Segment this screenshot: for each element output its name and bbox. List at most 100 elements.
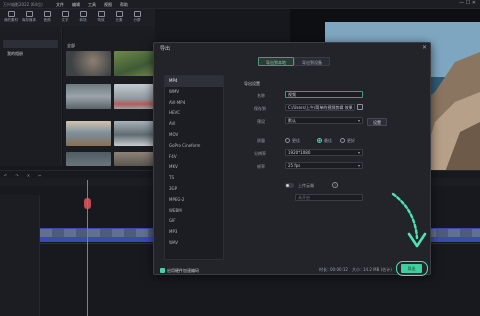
name-input[interactable]: 视频 xyxy=(285,91,363,98)
format-item[interactable]: GoPro Cineform xyxy=(165,141,223,152)
undo-icon[interactable]: ↶ xyxy=(4,173,7,178)
info-icon[interactable]: i xyxy=(332,182,338,188)
tool-stock-media[interactable]: 库存媒体 xyxy=(21,10,37,25)
folder-icon xyxy=(7,11,15,17)
upload-field[interactable]: 未开启 xyxy=(295,194,363,201)
gpu-checkbox[interactable] xyxy=(160,268,165,273)
preset-select[interactable]: 默认 xyxy=(285,117,363,124)
text-icon xyxy=(61,11,69,17)
save-to-label: 保存到 xyxy=(254,106,266,111)
app-title: 万兴喵影2022 (64位) xyxy=(3,2,43,7)
name-label: 名称 xyxy=(257,93,265,98)
settings-button[interactable]: 设置 xyxy=(367,118,387,126)
folder-icon[interactable] xyxy=(357,104,363,110)
format-item[interactable]: MKV xyxy=(165,162,223,173)
redo-icon[interactable]: ↷ xyxy=(15,173,18,178)
gpu-label: 启用硬件加速编码 xyxy=(167,268,199,273)
tab-export-device[interactable]: 导出到设备 xyxy=(294,57,330,66)
track-headers xyxy=(0,195,40,316)
export-button[interactable]: 导出 xyxy=(401,264,422,273)
resolution-label: 分辨率 xyxy=(254,151,266,156)
upload-label: 上传云端 xyxy=(298,183,314,188)
duration-value: 00:00:12 xyxy=(330,267,348,272)
media-thumb[interactable] xyxy=(66,121,111,146)
sidebar-item[interactable] xyxy=(3,70,58,78)
upload-toggle[interactable] xyxy=(285,183,294,188)
format-item[interactable]: WEBM xyxy=(165,206,223,217)
toolbar: 我的素材 库存媒体 音频 文字 转场 特效 元素 分屏 xyxy=(0,9,155,26)
quality-radio-better[interactable] xyxy=(285,138,290,143)
media-thumb[interactable] xyxy=(66,51,111,76)
playhead-handle[interactable] xyxy=(84,198,91,209)
quality-option-label: 最佳 xyxy=(324,138,332,143)
save-path-input[interactable]: C:/Users/上午/简单的视频剪辑 效果 xyxy=(285,104,355,111)
tool-elements[interactable]: 元素 xyxy=(111,10,127,25)
media-thumb-image xyxy=(66,152,111,166)
title-bar: 万兴喵影2022 (64位) 文件 编辑 工具 视图 帮助 — ☐ ✕ xyxy=(0,0,480,9)
preset-label: 预设 xyxy=(257,119,265,124)
tool-transition[interactable]: 转场 xyxy=(75,10,91,25)
export-settings-heading: 导出设置 xyxy=(244,81,260,86)
media-thumb-image xyxy=(66,84,111,109)
effects-icon xyxy=(97,11,105,17)
split-icon xyxy=(133,11,141,17)
dialog-title: 导出 xyxy=(160,46,171,52)
format-item[interactable]: 3GP xyxy=(165,184,223,195)
resolution-select[interactable]: 1920*1080 xyxy=(285,149,363,156)
framerate-label: 帧率 xyxy=(257,164,265,169)
quality-radio-good[interactable] xyxy=(340,138,345,143)
quality-option-label: 更好 xyxy=(347,138,355,143)
cut-icon[interactable]: ✂ xyxy=(38,173,41,178)
elements-icon xyxy=(115,11,123,17)
format-item[interactable]: MPEG-2 xyxy=(165,195,223,206)
tool-audio[interactable]: 音频 xyxy=(39,10,55,25)
music-icon xyxy=(43,11,51,17)
sidebar-item[interactable] xyxy=(3,60,58,68)
media-thumb[interactable] xyxy=(66,152,111,166)
format-item[interactable]: TS xyxy=(165,173,223,184)
format-item[interactable]: GIF xyxy=(165,216,223,227)
size-value: 14.2 MB (估计) xyxy=(363,267,392,272)
menu-file[interactable]: 文件 xyxy=(56,2,64,7)
tab-export-local[interactable]: 导出到本地 xyxy=(258,57,294,66)
tool-my-media[interactable]: 我的素材 xyxy=(3,10,19,25)
tool-split[interactable]: 分屏 xyxy=(129,10,145,25)
stock-icon xyxy=(25,11,33,17)
format-item[interactable]: AVI xyxy=(165,119,223,130)
media-thumb-image xyxy=(66,51,111,76)
framerate-select[interactable]: 25 fps xyxy=(285,162,363,169)
format-item[interactable]: F4V xyxy=(165,152,223,163)
format-item[interactable]: MP3 xyxy=(165,227,223,238)
transition-icon xyxy=(79,11,87,17)
format-item[interactable]: WAV xyxy=(165,238,223,249)
tool-effects[interactable]: 特效 xyxy=(93,10,109,25)
format-item[interactable]: MOV xyxy=(165,130,223,141)
guide-arrow xyxy=(391,192,427,248)
format-list: MP4 WMV AVI-MP4 HEVC AVI MOV GoPro Cinef… xyxy=(164,75,224,260)
format-item[interactable]: AVI-MP4 xyxy=(165,98,223,109)
delete-icon[interactable]: ✕ xyxy=(27,173,30,178)
quality-option-label: 更佳 xyxy=(292,138,300,143)
menu-edit[interactable]: 编辑 xyxy=(72,2,80,7)
media-thumb[interactable] xyxy=(66,84,111,109)
sidebar-item[interactable] xyxy=(3,80,58,88)
tool-text[interactable]: 文字 xyxy=(57,10,73,25)
media-panel: 全部 xyxy=(63,26,159,166)
sidebar-item[interactable] xyxy=(3,30,58,38)
format-item[interactable]: HEVC xyxy=(165,108,223,119)
format-item[interactable]: WMV xyxy=(165,87,223,98)
timeline-tools: ↶ ↷ ✕ ✂ xyxy=(4,173,154,178)
quality-label: 质量 xyxy=(257,138,265,143)
sidebar-item-my-album[interactable]: 我的相册 xyxy=(3,40,58,56)
menu-bar: 文件 编辑 工具 视图 帮助 xyxy=(56,2,128,7)
close-icon[interactable]: ✕ xyxy=(422,44,427,51)
menu-view[interactable]: 视图 xyxy=(104,2,112,7)
menu-help[interactable]: 帮助 xyxy=(120,2,128,7)
menu-tools[interactable]: 工具 xyxy=(88,2,96,7)
media-thumb-image xyxy=(66,121,111,146)
media-sidebar: 我的相册 xyxy=(0,26,62,166)
format-item-mp4[interactable]: MP4 xyxy=(165,76,223,87)
quality-radio-best[interactable] xyxy=(317,138,322,143)
window-controls[interactable]: — ☐ ✕ xyxy=(459,1,476,6)
media-header: 全部 xyxy=(67,43,75,48)
